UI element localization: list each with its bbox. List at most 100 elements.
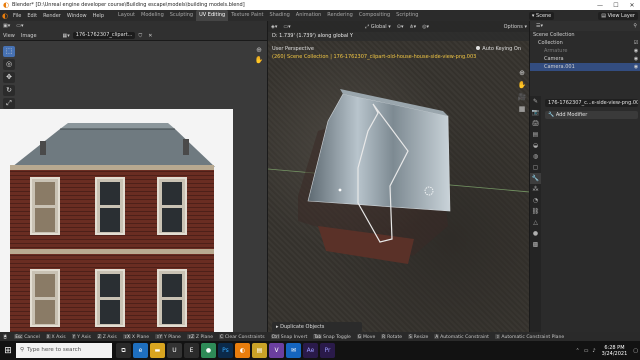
windows-start-icon[interactable]: ⊞ bbox=[0, 346, 16, 356]
status-item: G Move bbox=[354, 333, 378, 340]
uv-mode-dropdown[interactable]: ▭▾ bbox=[13, 23, 26, 29]
menu-render[interactable]: Render bbox=[40, 13, 64, 19]
viewport-editor-type-icon[interactable]: ◈▾ bbox=[268, 24, 280, 30]
outliner-row-camera-001[interactable]: Camera.001 ◉ bbox=[530, 63, 640, 71]
menu-help[interactable]: Help bbox=[90, 13, 107, 19]
tab-compositing[interactable]: Compositing bbox=[356, 10, 393, 21]
pan-hand-icon[interactable]: ✋ bbox=[254, 55, 264, 65]
cursor-tool-icon[interactable]: ◎ bbox=[3, 59, 15, 70]
tab-sculpting[interactable]: Sculpting bbox=[167, 10, 196, 21]
file-explorer-icon[interactable]: ▬ bbox=[150, 343, 165, 358]
camera-view-icon[interactable]: 🎥 bbox=[517, 91, 527, 103]
eye-icon[interactable]: ◉ bbox=[632, 64, 640, 70]
tray-chevron-icon[interactable]: ⌃ bbox=[573, 348, 581, 354]
unlink-image-icon[interactable]: ✕ bbox=[145, 33, 155, 39]
blender-menu-icon[interactable]: ◐ bbox=[0, 12, 10, 20]
output-tab-icon[interactable]: 🖨 bbox=[530, 118, 541, 129]
world-tab-icon[interactable]: ◍ bbox=[530, 151, 541, 162]
network-icon[interactable]: ▭ bbox=[582, 348, 591, 354]
fake-user-icon[interactable]: ⛉ bbox=[135, 33, 145, 39]
select-tool-icon[interactable]: ⬚ bbox=[3, 46, 15, 57]
tab-shading[interactable]: Shading bbox=[266, 10, 292, 21]
image-view-menu[interactable]: View bbox=[0, 33, 18, 39]
tab-layout[interactable]: Layout bbox=[115, 10, 138, 21]
scene-tab-icon[interactable]: ◒ bbox=[530, 140, 541, 151]
move-tool-icon[interactable]: ✥ bbox=[3, 72, 15, 83]
3d-viewport[interactable]: ◈▾ ▭▾ ⤢ Global ▾ ⊙▾ ⋔▾ ◎▾ Options ▾ D: 1… bbox=[267, 21, 529, 332]
particles-tab-icon[interactable]: ⁂ bbox=[530, 184, 541, 195]
tab-texture-paint[interactable]: Texture Paint bbox=[228, 10, 266, 21]
outliner-row-camera[interactable]: Camera ◉ bbox=[530, 55, 640, 63]
proportional-edit-icon[interactable]: ◎▾ bbox=[419, 24, 432, 30]
scene-selector[interactable]: ▾ Scene bbox=[528, 11, 555, 20]
close-button[interactable]: ✕ bbox=[624, 2, 640, 9]
snap-icon[interactable]: ⋔▾ bbox=[406, 24, 419, 30]
viewport-mode-icon[interactable]: ▭▾ bbox=[280, 24, 293, 30]
modifier-tab-icon[interactable]: 🔧 bbox=[530, 173, 541, 184]
zoom-icon[interactable]: ⊕ bbox=[254, 45, 264, 55]
data-tab-icon[interactable]: △ bbox=[530, 217, 541, 228]
volume-icon[interactable]: ♪ bbox=[590, 348, 597, 354]
image-editor-canvas[interactable]: ⬚ ◎ ✥ ↻ ⤢ ▣ ✎ ☍ ⊕ ✋ bbox=[0, 41, 267, 332]
chrome-icon[interactable]: ● bbox=[201, 343, 216, 358]
outliner-filter-icon[interactable]: ⚲ bbox=[630, 23, 640, 29]
editor-type-icon[interactable]: ▣▾ bbox=[0, 23, 13, 29]
tab-modeling[interactable]: Modeling bbox=[138, 10, 167, 21]
tab-uv-editing[interactable]: UV Editing bbox=[196, 10, 229, 21]
menu-window[interactable]: Window bbox=[64, 13, 90, 19]
menu-edit[interactable]: Edit bbox=[24, 13, 40, 19]
status-label: Y Plane bbox=[163, 334, 181, 340]
minimize-button[interactable]: — bbox=[592, 2, 608, 9]
view-layer-tab-icon[interactable]: ▤ bbox=[530, 129, 541, 140]
unreal-engine-icon[interactable]: U bbox=[167, 343, 182, 358]
view-layer-selector[interactable]: ▤ View Layer bbox=[598, 11, 638, 20]
eye-icon[interactable]: ◉ bbox=[632, 56, 640, 62]
blender-taskbar-icon[interactable]: ◐ bbox=[235, 343, 250, 358]
image-name-field[interactable]: 176-1762307_clipart... bbox=[72, 32, 136, 39]
grid-perspective-icon[interactable]: ▦ bbox=[517, 103, 527, 115]
tab-scripting[interactable]: Scripting bbox=[393, 10, 421, 21]
maximize-button[interactable]: ☐ bbox=[608, 2, 624, 9]
tool-tab-icon[interactable]: ✎ bbox=[530, 96, 541, 107]
sticky-notes-icon[interactable]: ▤ bbox=[252, 343, 267, 358]
task-view-icon[interactable]: ⧉ bbox=[116, 343, 131, 358]
render-tab-icon[interactable]: 📷 bbox=[530, 107, 541, 118]
image-browse-icon[interactable]: ▦▾ bbox=[60, 33, 73, 39]
taskbar-search-input[interactable]: ⚲ Type here to search bbox=[16, 343, 112, 358]
status-item: C Clear Constraints bbox=[216, 333, 267, 340]
object-tab-icon[interactable]: ▢ bbox=[530, 162, 541, 173]
taskbar-clock[interactable]: 6:28 PM 3/24/2021 bbox=[598, 345, 632, 357]
eye-icon[interactable]: ◉ bbox=[632, 48, 640, 54]
pivot-icon[interactable]: ⊙▾ bbox=[394, 24, 407, 30]
tab-rendering[interactable]: Rendering bbox=[324, 10, 356, 21]
menu-file[interactable]: File bbox=[10, 13, 24, 19]
after-effects-icon[interactable]: Ae bbox=[303, 343, 318, 358]
orientation-dropdown[interactable]: ⤢ Global ▾ bbox=[362, 24, 394, 30]
visual-studio-icon[interactable]: V bbox=[269, 343, 284, 358]
epic-games-icon[interactable]: E bbox=[184, 343, 199, 358]
physics-tab-icon[interactable]: ◔ bbox=[530, 195, 541, 206]
outliner-type-icon[interactable]: ☰▾ bbox=[533, 23, 546, 29]
material-tab-icon[interactable]: ● bbox=[530, 228, 541, 239]
last-operator-panel[interactable]: ▸ Duplicate Objects bbox=[272, 322, 362, 332]
checkbox-icon[interactable]: ☑ bbox=[632, 40, 640, 46]
notification-icon[interactable]: ▢ bbox=[631, 348, 640, 354]
outliner-scene-collection[interactable]: Scene Collection bbox=[530, 31, 640, 39]
outliner-row-armature[interactable]: Armature ◉ bbox=[530, 47, 640, 55]
premiere-icon[interactable]: Pr bbox=[320, 343, 335, 358]
edge-icon[interactable]: e bbox=[133, 343, 148, 358]
constraints-tab-icon[interactable]: ⛓ bbox=[530, 206, 541, 217]
options-dropdown[interactable]: Options ▾ bbox=[501, 24, 529, 30]
pan-hand-icon[interactable]: ✋ bbox=[517, 79, 527, 91]
outliner-row-collection[interactable]: Collection ☑ bbox=[530, 39, 640, 47]
tab-animation[interactable]: Animation bbox=[293, 10, 325, 21]
image-image-menu[interactable]: Image bbox=[18, 33, 40, 39]
object-name-field[interactable]: 176-1762307_c...e-side-view-png.003 bbox=[545, 99, 638, 107]
zoom-icon[interactable]: ⊕ bbox=[517, 67, 527, 79]
mail-icon[interactable]: ✉ bbox=[286, 343, 301, 358]
scale-tool-icon[interactable]: ⤢ bbox=[3, 98, 15, 109]
texture-tab-icon[interactable]: ▩ bbox=[530, 239, 541, 250]
photoshop-icon[interactable]: Ps bbox=[218, 343, 233, 358]
add-modifier-button[interactable]: 🔧 Add Modifier bbox=[545, 111, 638, 119]
rotate-tool-icon[interactable]: ↻ bbox=[3, 85, 15, 96]
